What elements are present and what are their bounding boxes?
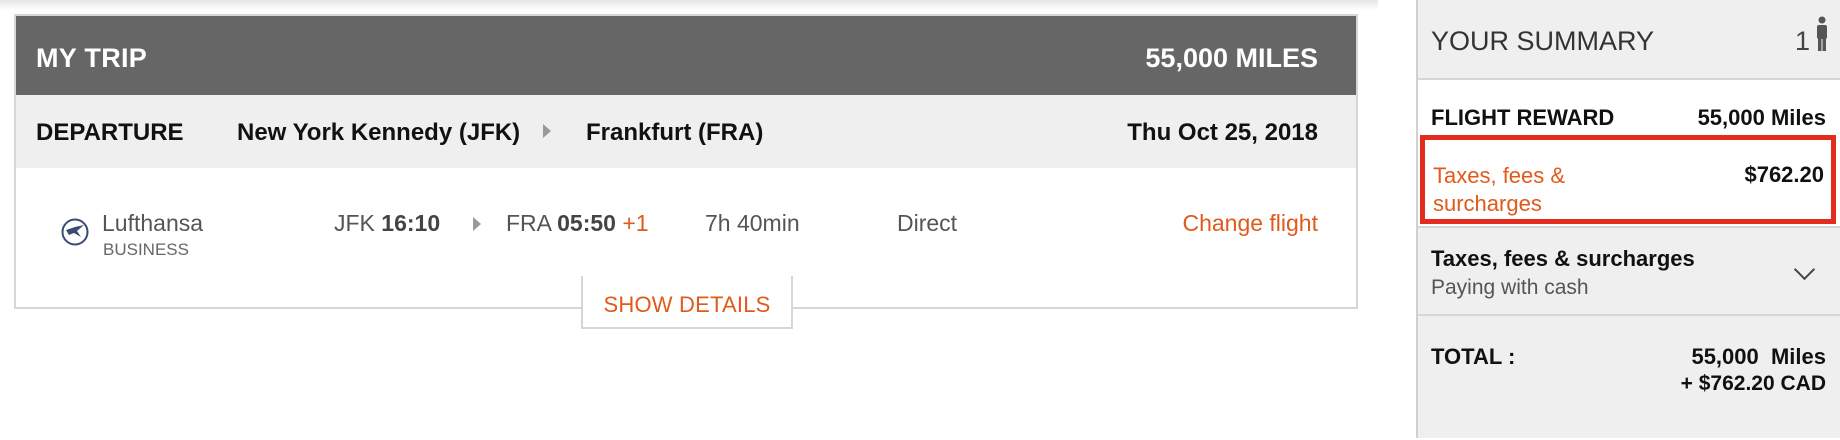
- trip-title: MY TRIP: [36, 43, 148, 73]
- chevron-right-icon: [473, 217, 481, 231]
- departure-row: DEPARTURE New York Kennedy (JFK) Frankfu…: [16, 95, 1356, 168]
- dep-time: 16:10: [381, 210, 441, 236]
- departure-time: JFK 16:10: [334, 210, 440, 237]
- trip-card: MY TRIP 55,000 MILES DEPARTURE New York …: [14, 14, 1358, 309]
- chevron-down-icon[interactable]: [1793, 258, 1816, 281]
- lufthansa-crane-icon: [61, 218, 89, 246]
- arr-time: 05:50: [557, 210, 616, 236]
- show-details-label: SHOW DETAILS: [603, 292, 771, 317]
- arr-airport-code: FRA: [506, 210, 551, 236]
- flight-reward-label: FLIGHT REWARD: [1431, 105, 1615, 130]
- day-offset: +1: [622, 210, 649, 236]
- summary-header: YOUR SUMMARY 1: [1418, 0, 1840, 78]
- destination-airport: Frankfurt (FRA): [586, 119, 764, 146]
- flight-stops: Direct: [897, 210, 958, 236]
- departure-label: DEPARTURE: [36, 119, 184, 146]
- card-shadow: [0, 0, 1378, 10]
- taxes-highlight-box: Taxes, fees & surcharges $762.20: [1420, 135, 1836, 224]
- payment-method-note: Paying with cash: [1431, 276, 1589, 299]
- taxes-fees-label: Taxes, fees & surcharges: [1433, 163, 1566, 216]
- change-flight-link[interactable]: Change flight: [1182, 210, 1318, 237]
- departure-date: Thu Oct 25, 2018: [1127, 119, 1318, 146]
- total-label: TOTAL :: [1431, 344, 1516, 369]
- show-details-button[interactable]: SHOW DETAILS: [581, 276, 793, 329]
- trip-header: MY TRIP 55,000 MILES: [16, 16, 1356, 95]
- airline-name: Lufthansa: [102, 210, 204, 236]
- chevron-right-icon: [543, 124, 551, 138]
- summary-fare-section: FLIGHT REWARD 55,000 Miles Taxes, fees &…: [1418, 78, 1840, 228]
- total-cash: + $762.20 CAD: [1680, 372, 1826, 395]
- person-icon: [1817, 16, 1827, 51]
- taxes-expander-title: Taxes, fees & surcharges: [1431, 246, 1695, 271]
- taxes-fees-expander[interactable]: Taxes, fees & surcharges Paying with cas…: [1418, 226, 1840, 316]
- arrival-time: FRA 05:50 +1: [506, 210, 649, 237]
- flight-duration: 7h 40min: [705, 210, 800, 236]
- flight-reward-value: 55,000 Miles: [1697, 105, 1826, 130]
- origin-airport: New York Kennedy (JFK): [237, 119, 521, 146]
- summary-title: YOUR SUMMARY: [1431, 26, 1655, 56]
- taxes-fees-value: $762.20: [1744, 162, 1824, 187]
- cabin-class: BUSINESS: [103, 240, 189, 259]
- total-section: TOTAL : 55,000 Miles + $762.20 CAD: [1418, 314, 1840, 440]
- dep-airport-code: JFK: [334, 210, 375, 236]
- passenger-count: 1: [1794, 26, 1810, 56]
- total-miles: 55,000 Miles: [1691, 344, 1826, 369]
- summary-panel: YOUR SUMMARY 1 FLIGHT REWARD 55,000 Mile…: [1416, 0, 1840, 438]
- trip-total-miles: 55,000 MILES: [1145, 43, 1318, 73]
